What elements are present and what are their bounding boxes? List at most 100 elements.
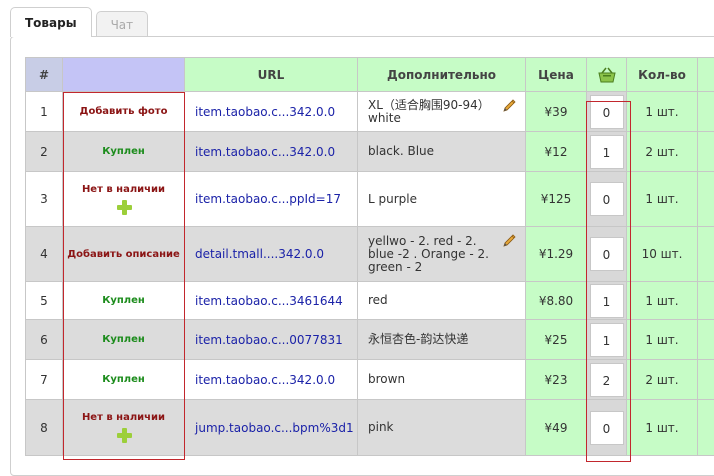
overflow-cell [698,400,714,456]
row-number: 1 [26,92,63,132]
cart-qty-cell: 1 [587,132,627,172]
status-link[interactable]: Куплен [102,146,145,157]
count-cell: 2 шт. [627,132,698,172]
product-link[interactable]: jump.taobao.c...bpm%3d1 [195,421,354,435]
add-icon[interactable] [116,427,132,443]
pencil-icon[interactable] [501,233,517,249]
table-header-row: # URL Дополнительно Цена Кол-во | [26,58,714,92]
extra-text: black. Blue [368,145,519,158]
overflow-cell [698,227,714,282]
price-cell: ¥39 [526,92,587,132]
product-link[interactable]: item.taobao.c...0077831 [195,333,343,347]
tab-chat[interactable]: Чат [96,11,149,37]
count-cell: 1 шт. [627,320,698,360]
url-cell: item.taobao.c...ppId=17 [185,172,358,227]
add-icon[interactable] [116,199,132,215]
column-header-url[interactable]: URL [185,58,358,92]
table-row: 7Купленitem.taobao.c...342.0.0brown¥2322… [26,360,714,400]
url-cell: jump.taobao.c...bpm%3d1 [185,400,358,456]
count-cell: 1 шт. [627,172,698,227]
price-cell: ¥125 [526,172,587,227]
count-cell: 2 шт. [627,360,698,400]
row-number: 3 [26,172,63,227]
url-cell: item.taobao.c...0077831 [185,320,358,360]
column-header-number: # [26,58,63,92]
count-cell: 1 шт. [627,282,698,320]
extra-text: yellwo - 2. red - 2. blue -2 . Orange - … [368,235,519,274]
extra-cell: L purple [358,172,526,227]
overflow-cell [698,282,714,320]
status-link[interactable]: Добавить фото [80,106,168,117]
url-cell: detail.tmall....342.0.0 [185,227,358,282]
extra-cell: XL（适合胸围90-94） white [358,92,526,132]
column-header-price[interactable]: Цена [526,58,587,92]
cart-qty-input[interactable]: 0 [590,95,624,129]
status-cell: Куплен [63,282,185,320]
extra-cell: yellwo - 2. red - 2. blue -2 . Orange - … [358,227,526,282]
table-row: 1 Добавить фото item.taobao.c...342.0.0 XL（… [26,92,714,132]
extra-cell: black. Blue [358,132,526,172]
pencil-icon[interactable] [501,98,517,114]
url-cell: item.taobao.c...342.0.0 [185,360,358,400]
product-link[interactable]: item.taobao.c...342.0.0 [195,373,335,387]
row-number: 8 [26,400,63,456]
row-number: 5 [26,282,63,320]
product-link[interactable]: item.taobao.c...342.0.0 [195,145,335,159]
status-link[interactable]: Нет в наличии [82,184,165,195]
row-number: 6 [26,320,63,360]
price-cell: ¥1.29 [526,227,587,282]
status-link[interactable]: Куплен [102,334,145,345]
overflow-cell [698,132,714,172]
row-number: 7 [26,360,63,400]
status-link[interactable]: Нет в наличии [82,412,165,423]
status-link[interactable]: Куплен [102,374,145,385]
status-cell: Добавить фото [63,92,185,132]
cart-qty-input[interactable]: 2 [590,363,624,397]
column-header-more: | [698,58,714,92]
extra-cell: pink [358,400,526,456]
status-link[interactable]: Куплен [102,295,145,306]
product-link[interactable]: detail.tmall....342.0.0 [195,247,324,261]
status-link[interactable]: Добавить описание [67,249,180,260]
table-row: 8 Нет в наличии jump.taobao.c...bpm%3d1 pin… [26,400,714,456]
column-header-cart [587,58,627,92]
status-cell: Нет в наличии [63,172,185,227]
cart-qty-input[interactable]: 1 [590,135,624,169]
overflow-cell [698,360,714,400]
extra-text: brown [368,373,519,386]
product-link[interactable]: item.taobao.c...342.0.0 [195,105,335,119]
cart-qty-input[interactable]: 0 [590,237,624,271]
url-cell: item.taobao.c...3461644 [185,282,358,320]
table-row: 6Купленitem.taobao.c...0077831永恒杏色-韵达快递¥… [26,320,714,360]
cart-qty-input[interactable]: 0 [590,182,624,216]
column-header-count[interactable]: Кол-во [627,58,698,92]
extra-text: XL（适合胸围90-94） white [368,99,519,125]
product-link[interactable]: item.taobao.c...3461644 [195,294,343,308]
column-header-extra[interactable]: Дополнительно [358,58,526,92]
cart-qty-input[interactable]: 1 [590,323,624,357]
price-cell: ¥25 [526,320,587,360]
row-number: 4 [26,227,63,282]
product-link[interactable]: item.taobao.c...ppId=17 [195,192,341,206]
tab-goods[interactable]: Товары [10,7,92,37]
extra-cell: brown [358,360,526,400]
extra-text: L purple [368,193,519,206]
extra-text: red [368,294,519,307]
row-number: 2 [26,132,63,172]
price-cell: ¥8.80 [526,282,587,320]
column-header-status [63,58,185,92]
price-cell: ¥49 [526,400,587,456]
cart-qty-cell: 0 [587,92,627,132]
cart-qty-cell: 0 [587,227,627,282]
status-cell: Нет в наличии [63,400,185,456]
cart-qty-input[interactable]: 0 [590,411,624,445]
cart-qty-input[interactable]: 1 [590,284,624,318]
cart-qty-cell: 0 [587,400,627,456]
table-row: 2 Куплен item.taobao.c...342.0.0 black. Blu… [26,132,714,172]
url-cell: item.taobao.c...342.0.0 [185,92,358,132]
cart-qty-cell: 0 [587,172,627,227]
count-cell: 1 шт. [627,92,698,132]
cart-qty-cell: 1 [587,282,627,320]
tab-bar: Товары Чат [10,7,714,37]
count-cell: 10 шт. [627,227,698,282]
